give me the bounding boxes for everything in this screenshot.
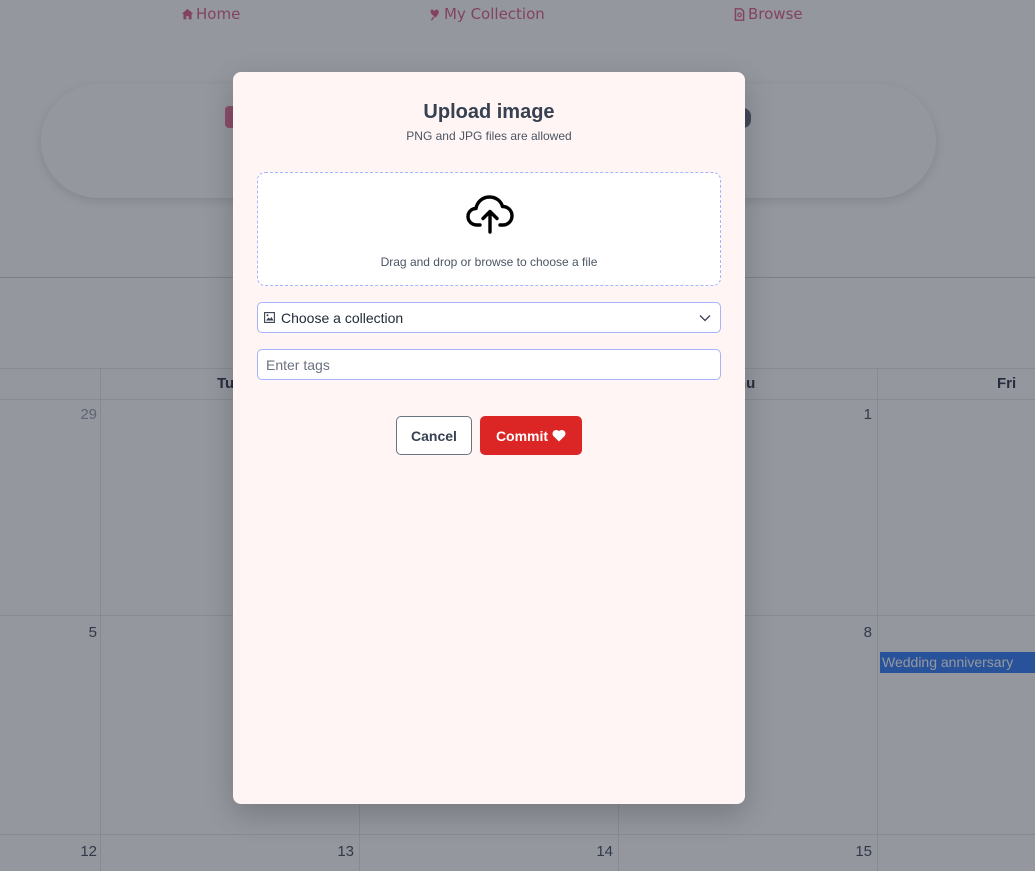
commit-button-label: Commit xyxy=(495,427,549,444)
commit-button[interactable]: Commit xyxy=(480,416,582,455)
dialog-subtitle: PNG and JPG files are allowed xyxy=(406,129,572,143)
heart-icon xyxy=(552,429,566,442)
upload-image-dialog: Upload image PNG and JPG files are allow… xyxy=(233,72,745,804)
dialog-title: Upload image xyxy=(423,101,555,123)
collection-select-label: Choose a collection xyxy=(281,310,404,326)
file-dropzone[interactable]: Drag and drop or browse to choose a file xyxy=(257,172,721,286)
image-icon xyxy=(264,312,275,323)
dropzone-hint: Drag and drop or browse to choose a file xyxy=(380,255,598,269)
collection-select[interactable]: Choose a collection xyxy=(257,302,721,333)
cancel-button[interactable]: Cancel xyxy=(396,416,472,455)
chevron-down-icon xyxy=(699,315,711,322)
tags-input[interactable] xyxy=(257,349,721,380)
cloud-upload-icon xyxy=(466,195,514,234)
